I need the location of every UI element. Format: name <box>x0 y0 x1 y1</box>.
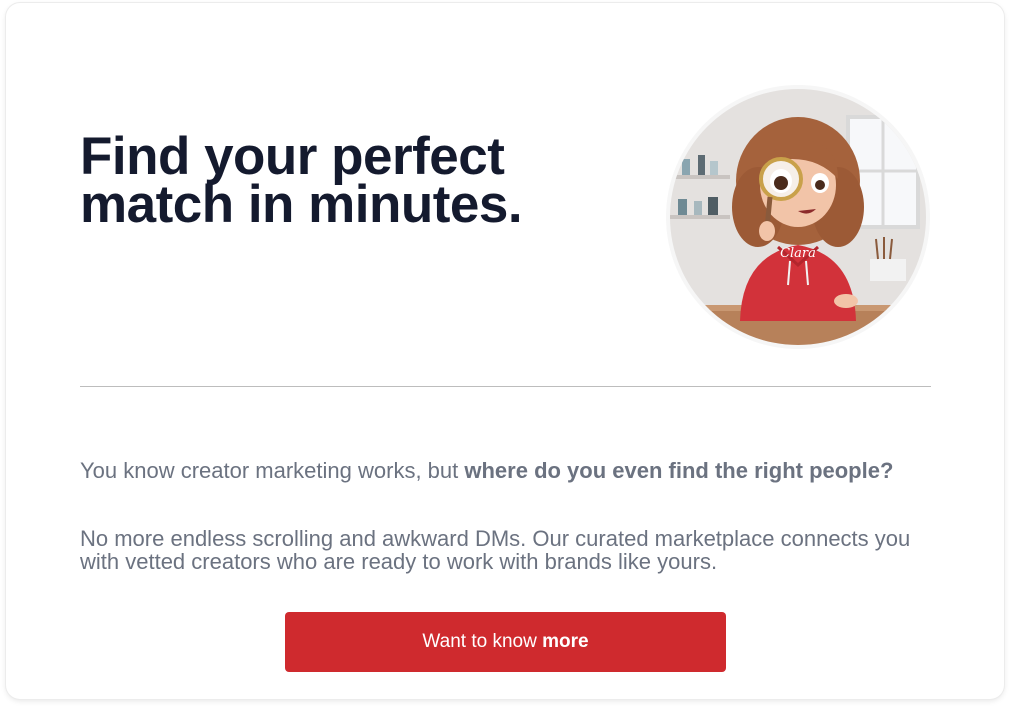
avatar: Clara <box>670 89 926 345</box>
promo-card: Find your perfect match in minutes. Clar… <box>6 3 1004 699</box>
lead-paragraph: You know creator marketing works, but wh… <box>80 459 940 483</box>
body-paragraph: No more endless scrolling and awkward DM… <box>80 526 911 574</box>
section-divider <box>80 386 931 387</box>
want-to-know-more-button[interactable]: Want to know more <box>285 612 726 672</box>
headline: Find your perfect match in minutes. <box>80 127 523 234</box>
lead-bold-text: where do you even find the right people? <box>464 458 894 483</box>
hoodie-text: Clara <box>780 246 816 261</box>
cta-label-bold: more <box>542 631 589 652</box>
lead-regular-text: You know creator marketing works, but <box>80 458 465 483</box>
creator-illustration: Clara <box>670 89 926 345</box>
cta-label-regular: Want to know <box>422 631 543 652</box>
